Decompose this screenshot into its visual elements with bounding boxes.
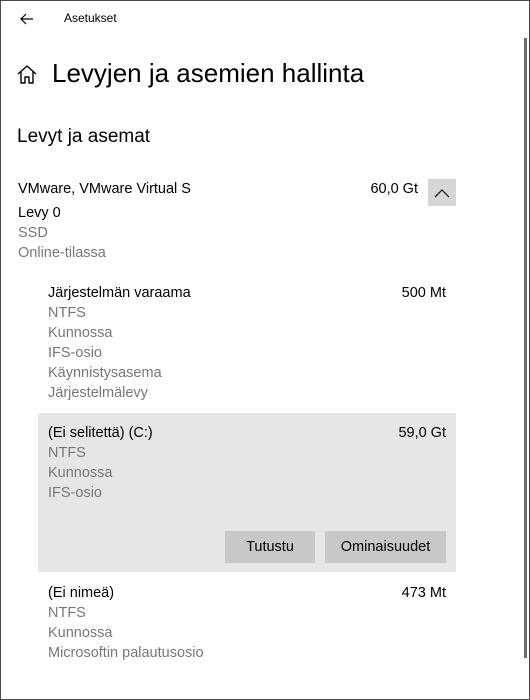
chevron-up-icon: [434, 188, 450, 197]
volume-filesystem: NTFS: [48, 605, 86, 621]
properties-button[interactable]: Ominaisuudet: [325, 531, 446, 563]
app-title: Asetukset: [64, 11, 117, 25]
volume-role: Järjestelmälevy: [48, 385, 148, 401]
back-arrow-icon: [20, 13, 33, 25]
volume-name: (Ei selitettä) (C:): [48, 425, 153, 441]
volume-health: Kunnossa: [48, 465, 113, 481]
explore-button[interactable]: Tutustu: [225, 531, 315, 563]
volume-size: 500 Mt: [401, 285, 446, 301]
volume-health: Kunnossa: [48, 625, 113, 641]
collapse-button[interactable]: [428, 179, 456, 206]
volume-partition-type: IFS-osio: [48, 345, 102, 361]
home-icon[interactable]: [16, 63, 38, 85]
volume-filesystem: NTFS: [48, 445, 86, 461]
section-title: Levyt ja asemat: [17, 126, 151, 147]
volume-filesystem: NTFS: [48, 305, 86, 321]
volume-partition-type: IFS-osio: [48, 485, 102, 501]
volume-partition-type: Microsoftin palautusosio: [48, 645, 204, 661]
volume-role: Käynnistysasema: [48, 365, 162, 381]
volume-size: 473 Mt: [401, 585, 446, 601]
volume-health: Kunnossa: [48, 325, 113, 341]
volume-name: Järjestelmän varaama: [48, 285, 191, 301]
volume-name: (Ei nimeä): [48, 585, 115, 601]
volume-size: 59,0 Gt: [398, 425, 446, 441]
disk-size: 60,0 Gt: [370, 181, 418, 197]
page-title: Levyjen ja asemien hallinta: [52, 58, 365, 88]
disk-name: VMware, VMware Virtual S: [18, 181, 191, 197]
back-button[interactable]: [16, 8, 38, 30]
scrollbar[interactable]: [524, 38, 527, 658]
disk-status: Online-tilassa: [18, 245, 106, 261]
disk-type: SSD: [18, 225, 48, 241]
disk-number: Levy 0: [18, 205, 61, 221]
